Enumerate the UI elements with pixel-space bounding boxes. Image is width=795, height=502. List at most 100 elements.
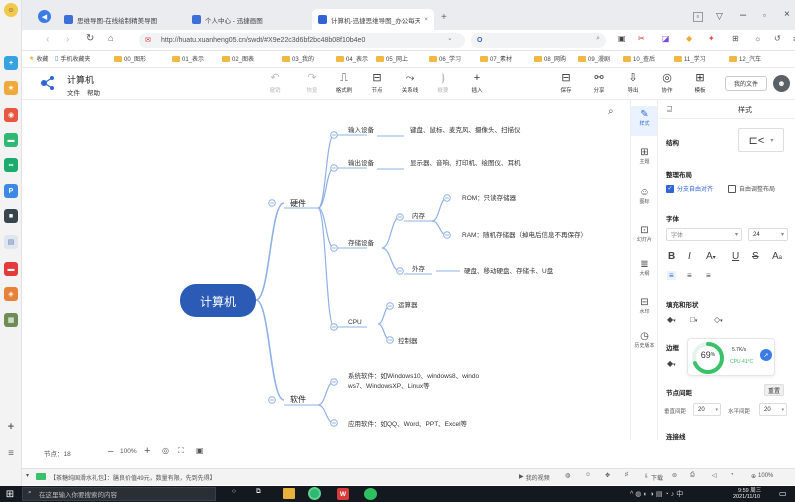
underline-icon[interactable]: U — [732, 251, 739, 262]
back-icon[interactable]: ‹ — [46, 34, 49, 45]
auto-adjust-checkbox[interactable]: 自由调整布局 — [728, 184, 775, 193]
minimap-icon[interactable]: ▣ — [196, 446, 204, 455]
bookmark-folder[interactable]: 03_我的 — [282, 54, 314, 63]
url-bookmark-icon[interactable]: ⌄ — [447, 34, 453, 42]
vertical-spacing-input[interactable]: 20 ▾ — [693, 403, 721, 416]
sidebar-app-icon[interactable]: + — [4, 56, 18, 70]
history-icon[interactable]: ⊜ — [672, 472, 677, 479]
home-icon[interactable]: ⌂ — [108, 33, 113, 43]
clock-time[interactable]: 9:59 周三 — [738, 486, 761, 494]
extensions-icon[interactable]: ✂ — [638, 34, 645, 43]
notification-icon[interactable]: ▭ — [779, 489, 787, 498]
node-application-software[interactable]: 应用软件：如QQ、Word、PPT、Excel等 — [348, 419, 468, 428]
page-zoom[interactable]: ⊕ 100% — [751, 473, 773, 480]
file-explorer-icon[interactable] — [283, 488, 295, 499]
bookmark-folder[interactable]: 10_查后 — [623, 54, 655, 63]
bookmark-folder[interactable]: 04_表示 — [336, 54, 368, 63]
toolbar-insert-button[interactable]: + 插入 — [464, 72, 490, 94]
toolbar-share-button[interactable]: ⚯ 分享 — [586, 72, 612, 94]
my-files-button[interactable]: 我的文件 — [725, 76, 767, 91]
theme-sun-icon[interactable]: ☼ — [754, 34, 761, 43]
windows-start-icon[interactable]: ⊞ — [4, 488, 16, 500]
tray-icons[interactable]: ^◍◐◑▤◔♪中 — [630, 489, 685, 499]
bookmark-mobile[interactable]: ▯ 手机收藏夹 — [55, 54, 90, 63]
menu-help[interactable]: 帮助 — [87, 87, 100, 97]
align-left-icon[interactable]: ≡ — [667, 271, 676, 280]
node-control-unit[interactable]: 控制器 — [398, 336, 418, 345]
mute-icon[interactable]: ◔ — [730, 472, 734, 478]
translate-icon[interactable]: ◪ — [662, 34, 670, 43]
menu-file[interactable]: 文件 — [67, 87, 80, 97]
rocket-icon[interactable]: ➚ — [760, 349, 772, 361]
toolbar-redo-button[interactable]: ↷ 恢复 — [299, 72, 325, 94]
fullscreen-icon[interactable]: ⛶ — [178, 446, 184, 456]
shape-select[interactable]: □▾ — [690, 315, 697, 324]
tab-style[interactable]: ✎ 样式 — [631, 106, 658, 136]
reset-button[interactable]: 重置 — [764, 384, 784, 396]
branch-hardware-label[interactable]: 硬件 — [290, 198, 306, 208]
font-size-select[interactable]: 24 ▾ — [748, 228, 788, 241]
window-maximize-icon[interactable]: ▫ — [763, 11, 766, 20]
sidebar-app-icon[interactable]: ∞ — [4, 158, 18, 172]
tab-computer-mindmap[interactable]: 计算机-迅捷思维导图_办公每天 × — [312, 9, 434, 30]
border-color-button[interactable]: ◆▾ — [667, 359, 676, 368]
horizontal-spacing-input[interactable]: 20 ▾ — [759, 403, 787, 416]
browser-logo-icon[interactable]: ◀ — [38, 10, 51, 23]
node-output-devices[interactable]: 输出设备 — [348, 158, 375, 167]
speed-icon[interactable]: ♯ — [625, 472, 628, 478]
toolbar-format-painter-button[interactable]: ⎍ 格式刷 — [331, 72, 357, 94]
italic-icon[interactable]: I — [688, 251, 691, 262]
forward-icon[interactable]: › — [66, 34, 69, 45]
performance-widget[interactable]: 69% 5.7K/s CPU 41°C ➚ — [687, 338, 775, 376]
taskbar-search-input[interactable]: ⌕ 在这里输入你要搜索的内容 — [22, 487, 216, 501]
toolbar-export-button[interactable]: ⇩ 导出 — [620, 72, 646, 94]
bookmark-folder[interactable]: 01_表示 — [172, 54, 204, 63]
undo-close-icon[interactable]: ↺ — [774, 34, 781, 43]
text-case-icon[interactable]: Aa — [772, 251, 782, 262]
sidebar-app-icon[interactable]: ◉ — [4, 108, 18, 122]
print-icon[interactable]: ⎙ — [690, 472, 695, 479]
bookmark-folder[interactable]: 00_图形 — [114, 54, 146, 63]
sidebar-app-icon[interactable]: ▬ — [4, 262, 18, 276]
sidebar-app-icon[interactable]: ▦ — [4, 313, 18, 327]
sidebar-app-icon[interactable]: ■ — [4, 209, 18, 223]
sound-icon[interactable]: ◁ — [712, 472, 717, 479]
node-external-leaf[interactable]: 硬盘、移动硬盘、存储卡、U盘 — [464, 266, 554, 275]
search-input[interactable]: O Q ⌕ — [471, 33, 606, 48]
bookmark-folder[interactable]: 12_汽车 — [729, 54, 761, 63]
structure-select[interactable]: ⊏< ▾ — [738, 128, 784, 152]
my-video-link[interactable]: ▶ 我的视频 — [519, 473, 550, 482]
reader-icon[interactable]: ▣ — [618, 34, 626, 43]
node-rom[interactable]: ROM：只读存储器 — [462, 193, 517, 202]
download-link[interactable]: ⇩ 下载 — [644, 473, 663, 482]
node-system-software[interactable]: 系统软件：如Windows10、windows8、windo ws7、Window… — [347, 371, 480, 390]
chat-icon[interactable]: ☺ — [585, 472, 591, 478]
bookmark-favorites[interactable]: ★ 收藏 — [29, 54, 48, 63]
tab-history[interactable]: ◷ 历史版本 — [631, 328, 658, 358]
avatar[interactable]: ☻ — [773, 75, 790, 92]
align-right-icon[interactable]: ≡ — [706, 271, 711, 280]
zoom-out-icon[interactable]: – — [108, 446, 114, 457]
tab-watermark[interactable]: ⊟ 水印 — [631, 294, 658, 324]
toolbar-save-button[interactable]: ⊟ 保存 — [553, 72, 579, 94]
clean-icon[interactable]: ✥ — [605, 472, 610, 479]
sidebar-app-icon[interactable]: ▬ — [4, 133, 18, 147]
node-output-leaf[interactable]: 显示器、音响、打印机、绘图仪、耳机 — [410, 158, 521, 167]
window-close-icon[interactable]: × — [784, 9, 790, 20]
node-external-storage[interactable]: 外存 — [412, 264, 426, 273]
window-pin-icon[interactable]: ▽ — [716, 11, 723, 22]
root-node-label[interactable]: 计算机 — [200, 294, 236, 309]
tab-mindmap-home[interactable]: 思维导图-在线绘制精美导图 — [58, 9, 186, 30]
bookmark-folder[interactable]: 06_学习 — [429, 54, 461, 63]
bookmark-folder[interactable]: 02_图表 — [222, 54, 254, 63]
canvas-search-icon[interactable]: ⌕ — [608, 106, 614, 117]
doc-title[interactable]: 计算机 — [67, 73, 94, 86]
screenshot-icon[interactable]: ◆ — [686, 34, 692, 43]
sidebar-app-icon[interactable]: ▤ — [4, 235, 18, 249]
window-minimize-icon[interactable]: – — [740, 9, 746, 21]
reading-mode-icon[interactable]: ≡ — [693, 12, 703, 22]
bookmark-folder[interactable]: 05_网上 — [376, 54, 408, 63]
tab-personal-center[interactable]: 个人中心 - 迅捷画图 — [186, 9, 312, 30]
shield-icon[interactable]: ◍ — [565, 472, 570, 479]
toolbar-relation-line-button[interactable]: ⤳ 关系线 — [397, 72, 423, 94]
